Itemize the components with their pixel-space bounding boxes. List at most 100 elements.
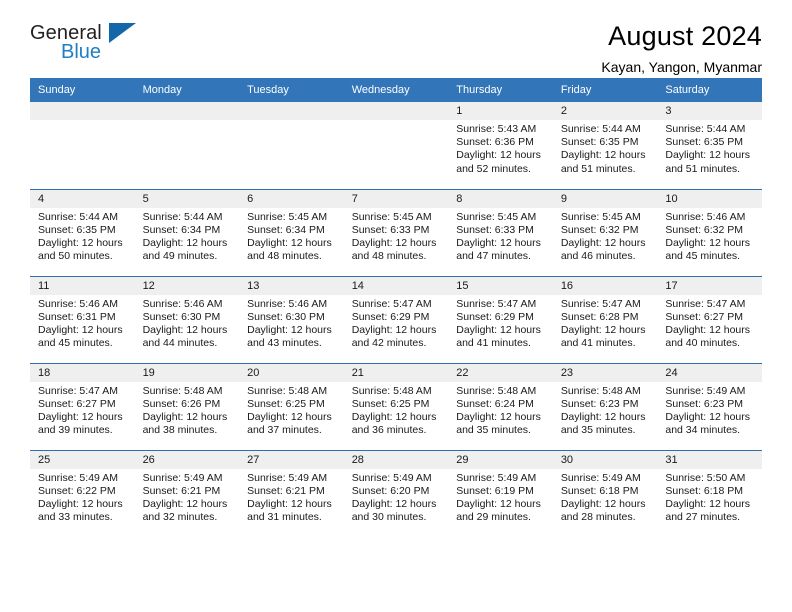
calendar-day-cell[interactable]: 9 Sunrise: 5:45 AM Sunset: 6:32 PM Daylight… (552, 188, 658, 276)
day-details: Sunrise: 5:46 AM Sunset: 6:31 PM Daylight:… (30, 295, 135, 351)
sunset-text: Sunset: 6:27 PM (665, 310, 744, 323)
sunrise-text: Sunrise: 5:45 AM (560, 210, 641, 223)
day-details: Sunrise: 5:47 AM Sunset: 6:29 PM Daylight:… (448, 295, 553, 351)
day-cell-content: 3 Sunrise: 5:44 AM Sunset: 6:35 PM Daylight… (657, 102, 762, 188)
calendar-day-cell[interactable]: 11 Sunrise: 5:46 AM Sunset: 6:31 PM Dayligh… (30, 275, 135, 363)
calendar-day-cell[interactable]: 28 Sunrise: 5:49 AM Sunset: 6:20 PM Dayligh… (343, 449, 449, 537)
sunrise-text: Sunrise: 5:50 AM (665, 471, 746, 484)
calendar-week-row: 4 Sunrise: 5:44 AM Sunset: 6:35 PM Daylight… (30, 188, 762, 276)
day-number: 4 (30, 189, 135, 208)
daylight-text-line1: Daylight: 12 hours (38, 410, 123, 423)
daylight-text-line2: and 49 minutes. (142, 250, 218, 263)
calendar-day-cell[interactable]: 3 Sunrise: 5:44 AM Sunset: 6:35 PM Daylight… (657, 102, 762, 189)
sunset-text: Sunset: 6:34 PM (247, 223, 325, 236)
calendar-day-cell[interactable]: 22 Sunrise: 5:48 AM Sunset: 6:24 PM Dayligh… (448, 362, 553, 450)
calendar-day-cell[interactable]: 21 Sunrise: 5:48 AM Sunset: 6:25 PM Dayligh… (343, 362, 449, 450)
daylight-text-line1: Daylight: 12 hours (560, 236, 646, 249)
sunset-text: Sunset: 6:25 PM (351, 397, 430, 410)
calendar-day-cell[interactable]: 7 Sunrise: 5:45 AM Sunset: 6:33 PM Daylight… (343, 188, 449, 276)
day-cell-content: 24 Sunrise: 5:49 AM Sunset: 6:23 PM Dayligh… (657, 363, 762, 450)
calendar-day-cell[interactable]: 2 Sunrise: 5:44 AM Sunset: 6:35 PM Daylight… (552, 102, 658, 189)
calendar-day-cell[interactable]: 17 Sunrise: 5:47 AM Sunset: 6:27 PM Dayligh… (657, 275, 762, 363)
daylight-text-line1: Daylight: 12 hours (456, 497, 541, 510)
day-cell-content: 15 Sunrise: 5:47 AM Sunset: 6:29 PM Dayligh… (448, 276, 553, 363)
daylight-text-line1: Daylight: 12 hours (38, 236, 123, 249)
daylight-text-line2: and 34 minutes. (665, 424, 741, 437)
sunrise-text: Sunrise: 5:46 AM (142, 297, 223, 310)
day-number: 11 (30, 276, 135, 295)
day-number: 9 (552, 189, 658, 208)
calendar-day-cell[interactable]: 31 Sunrise: 5:50 AM Sunset: 6:18 PM Dayligh… (657, 449, 762, 537)
calendar-day-cell[interactable]: 4 Sunrise: 5:44 AM Sunset: 6:35 PM Daylight… (30, 188, 135, 276)
sunrise-text: Sunrise: 5:48 AM (351, 384, 432, 397)
calendar-day-cell[interactable]: 14 Sunrise: 5:47 AM Sunset: 6:29 PM Dayligh… (343, 275, 449, 363)
page-title: August 2024 (608, 21, 762, 51)
day-details: Sunrise: 5:46 AM Sunset: 6:30 PM Daylight:… (135, 295, 240, 351)
sunrise-text: Sunrise: 5:45 AM (247, 210, 328, 223)
day-details: Sunrise: 5:48 AM Sunset: 6:25 PM Daylight:… (239, 382, 344, 438)
calendar-day-cell[interactable]: 10 Sunrise: 5:46 AM Sunset: 6:32 PM Dayligh… (657, 188, 762, 276)
sunrise-text: Sunrise: 5:44 AM (142, 210, 223, 223)
calendar-day-cell[interactable]: 30 Sunrise: 5:49 AM Sunset: 6:18 PM Dayligh… (552, 449, 658, 537)
calendar-day-cell[interactable]: 12 Sunrise: 5:46 AM Sunset: 6:30 PM Dayligh… (134, 275, 240, 363)
sunset-text: Sunset: 6:35 PM (665, 136, 744, 149)
day-cell-content: 6 Sunrise: 5:45 AM Sunset: 6:34 PM Daylight… (239, 189, 344, 276)
day-number (30, 102, 135, 120)
day-details: Sunrise: 5:49 AM Sunset: 6:18 PM Daylight:… (553, 469, 658, 525)
day-number: 5 (134, 189, 240, 208)
sunrise-text: Sunrise: 5:44 AM (38, 210, 118, 223)
daylight-text-line1: Daylight: 12 hours (142, 236, 228, 249)
daylight-text-line2: and 35 minutes. (456, 424, 531, 437)
calendar-day-cell[interactable]: 25 Sunrise: 5:49 AM Sunset: 6:22 PM Dayligh… (30, 449, 135, 537)
day-cell-content: 19 Sunrise: 5:48 AM Sunset: 6:26 PM Dayligh… (134, 363, 240, 450)
daylight-text-line2: and 33 minutes. (38, 511, 113, 524)
day-cell-content (134, 102, 240, 188)
calendar-day-cell[interactable]: 29 Sunrise: 5:49 AM Sunset: 6:19 PM Dayligh… (448, 449, 553, 537)
day-details: Sunrise: 5:48 AM Sunset: 6:25 PM Daylight:… (344, 382, 449, 438)
calendar-day-cell[interactable]: 1 Sunrise: 5:43 AM Sunset: 6:36 PM Daylight… (448, 102, 553, 189)
calendar-day-cell[interactable]: 26 Sunrise: 5:49 AM Sunset: 6:21 PM Dayligh… (134, 449, 240, 537)
day-details: Sunrise: 5:45 AM Sunset: 6:34 PM Daylight:… (239, 208, 344, 264)
day-details: Sunrise: 5:44 AM Sunset: 6:34 PM Daylight:… (135, 208, 240, 264)
daylight-text-line1: Daylight: 12 hours (142, 497, 228, 510)
daylight-text-line2: and 51 minutes. (665, 162, 741, 175)
calendar-day-cell[interactable]: 23 Sunrise: 5:48 AM Sunset: 6:23 PM Dayligh… (552, 362, 658, 450)
daylight-text-line1: Daylight: 12 hours (142, 410, 228, 423)
sunrise-text: Sunrise: 5:47 AM (38, 384, 118, 397)
daylight-text-line1: Daylight: 12 hours (560, 410, 646, 423)
sunset-text: Sunset: 6:31 PM (38, 310, 116, 323)
daylight-text-line2: and 41 minutes. (560, 337, 636, 350)
calendar-day-cell[interactable]: 27 Sunrise: 5:49 AM Sunset: 6:21 PM Dayligh… (239, 449, 344, 537)
day-cell-content: 17 Sunrise: 5:47 AM Sunset: 6:27 PM Dayligh… (657, 276, 762, 363)
daylight-text-line2: and 36 minutes. (351, 424, 427, 437)
sunset-text: Sunset: 6:34 PM (142, 223, 221, 236)
sunrise-text: Sunrise: 5:48 AM (560, 384, 641, 397)
daylight-text-line2: and 41 minutes. (456, 337, 531, 350)
sunrise-text: Sunrise: 5:49 AM (247, 471, 328, 484)
calendar-day-cell[interactable]: 18 Sunrise: 5:47 AM Sunset: 6:27 PM Dayligh… (30, 362, 135, 450)
sunset-text: Sunset: 6:32 PM (665, 223, 744, 236)
calendar-day-cell[interactable]: 16 Sunrise: 5:47 AM Sunset: 6:28 PM Dayligh… (552, 275, 658, 363)
day-cell-content: 20 Sunrise: 5:48 AM Sunset: 6:25 PM Dayligh… (239, 363, 344, 450)
daylight-text-line2: and 28 minutes. (560, 511, 636, 524)
daylight-text-line2: and 45 minutes. (38, 337, 113, 350)
daylight-text-line1: Daylight: 12 hours (247, 410, 332, 423)
calendar-day-cell[interactable]: 5 Sunrise: 5:44 AM Sunset: 6:34 PM Daylight… (134, 188, 240, 276)
calendar-day-cell[interactable]: 15 Sunrise: 5:47 AM Sunset: 6:29 PM Dayligh… (448, 275, 553, 363)
day-number: 26 (134, 450, 240, 469)
day-number: 30 (552, 450, 658, 469)
sunrise-text: Sunrise: 5:48 AM (456, 384, 537, 397)
calendar-day-cell[interactable]: 19 Sunrise: 5:48 AM Sunset: 6:26 PM Dayligh… (134, 362, 240, 450)
calendar-day-cell[interactable]: 8 Sunrise: 5:45 AM Sunset: 6:33 PM Daylight… (448, 188, 553, 276)
calendar-day-cell[interactable]: 6 Sunrise: 5:45 AM Sunset: 6:34 PM Daylight… (239, 188, 344, 276)
calendar-day-cell[interactable]: 13 Sunrise: 5:46 AM Sunset: 6:30 PM Dayligh… (239, 275, 344, 363)
day-number: 23 (552, 363, 658, 382)
daylight-text-line1: Daylight: 12 hours (142, 323, 228, 336)
calendar-day-cell[interactable]: 20 Sunrise: 5:48 AM Sunset: 6:25 PM Dayligh… (239, 362, 344, 450)
brand-logo[interactable]: General Blue (30, 22, 230, 70)
day-number: 16 (552, 276, 658, 295)
daylight-text-line1: Daylight: 12 hours (560, 323, 646, 336)
calendar-day-cell[interactable]: 24 Sunrise: 5:49 AM Sunset: 6:23 PM Dayligh… (657, 362, 762, 450)
day-cell-content: 11 Sunrise: 5:46 AM Sunset: 6:31 PM Dayligh… (30, 276, 135, 363)
calendar-header-row: Sunday Monday Tuesday Wednesday Thursday Frid… (30, 78, 762, 102)
